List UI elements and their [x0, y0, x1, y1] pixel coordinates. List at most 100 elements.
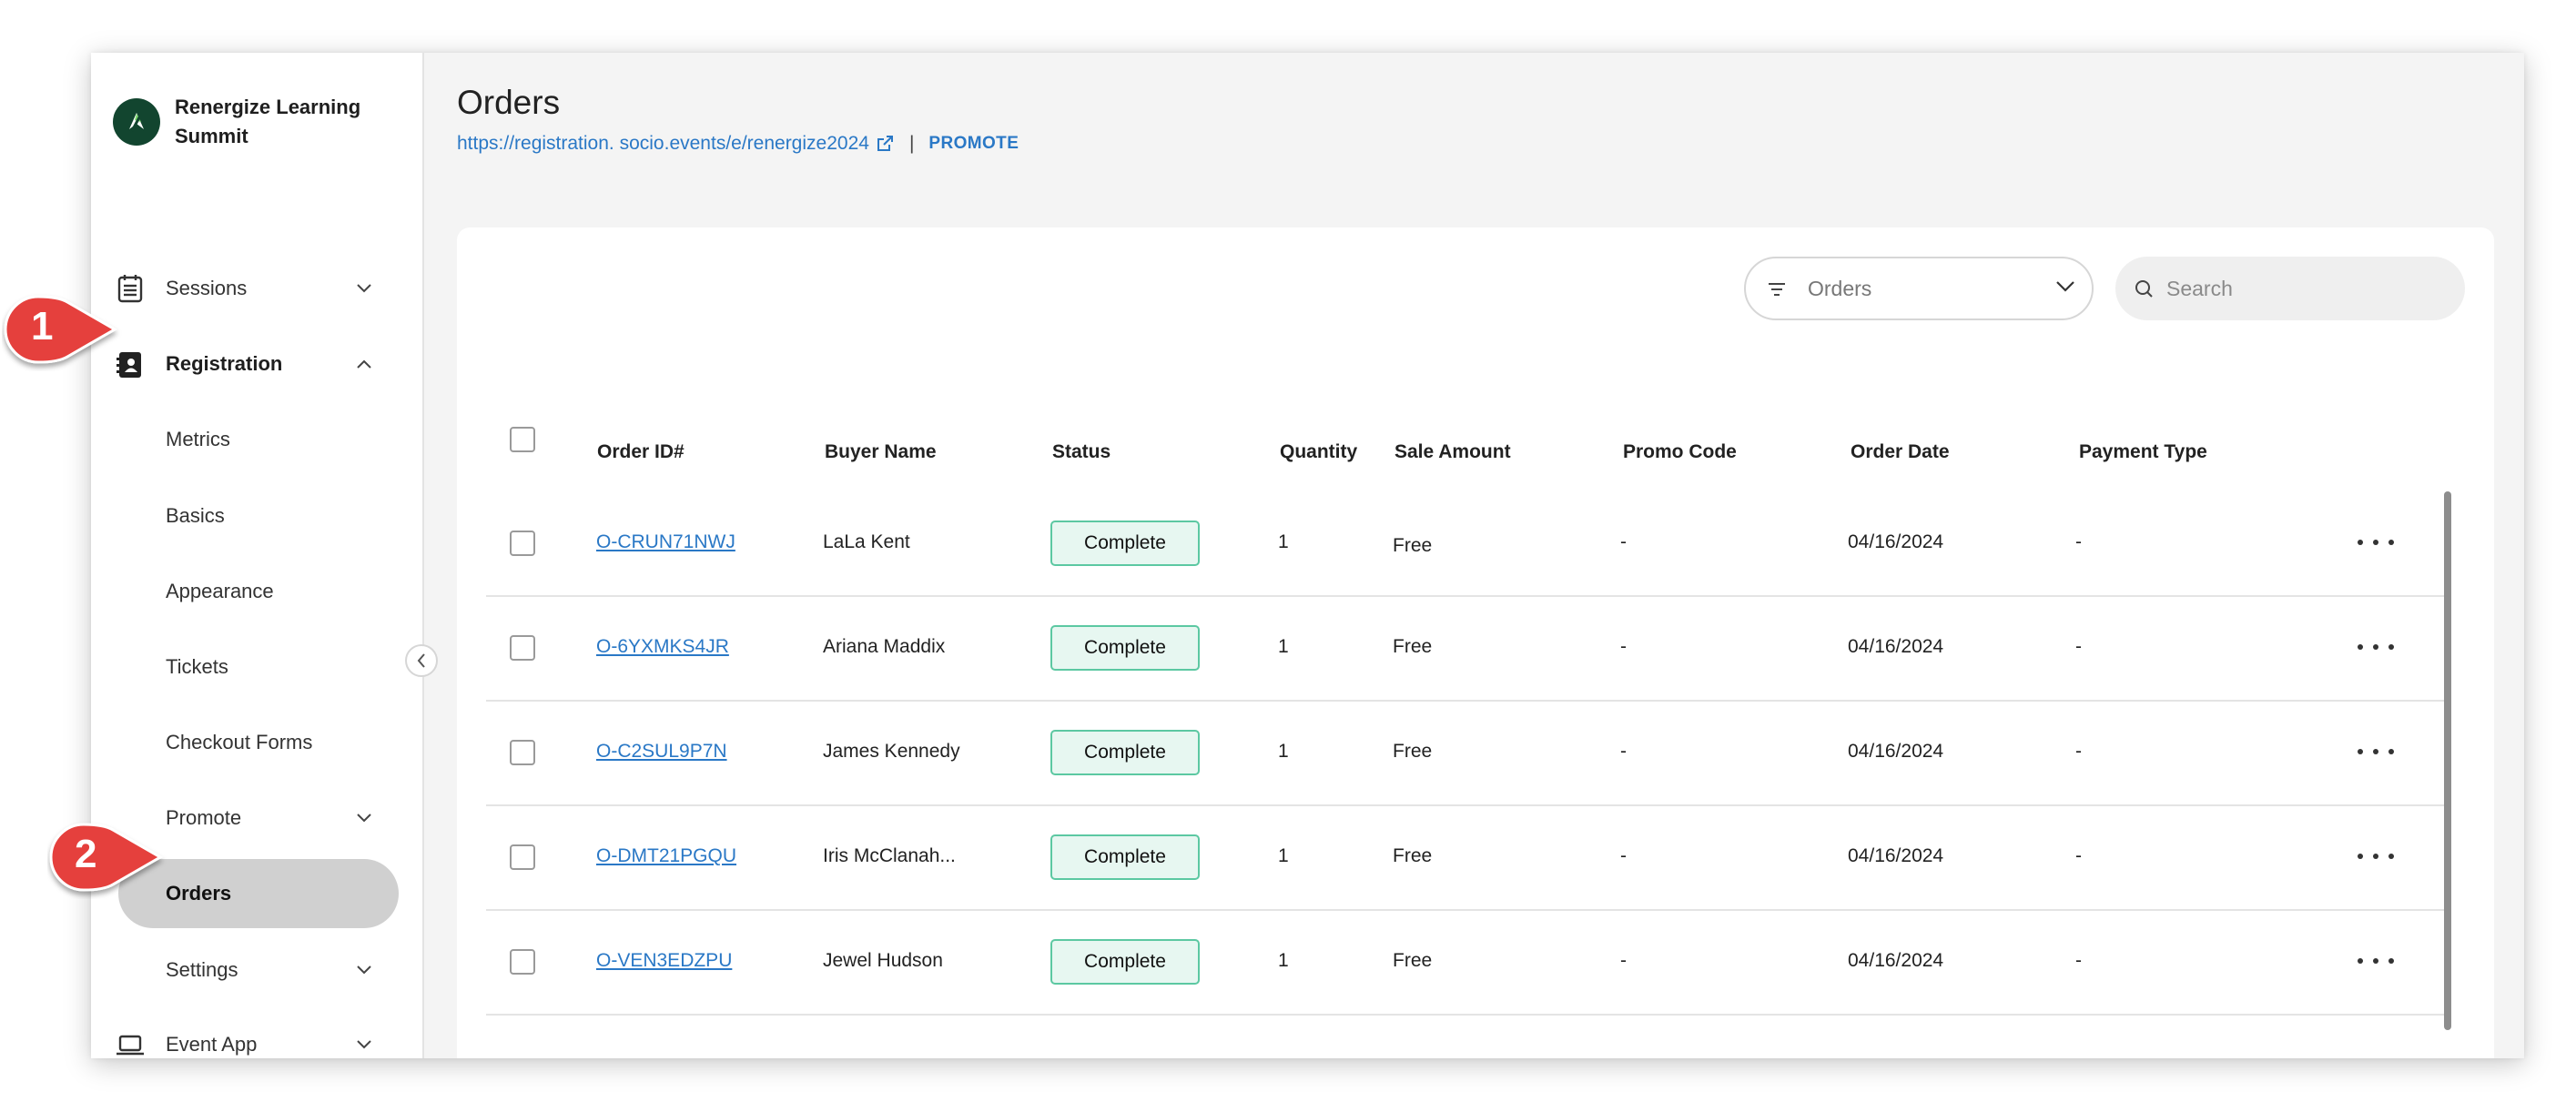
callout-arrow-shape	[49, 823, 164, 892]
external-link-icon[interactable]	[875, 134, 895, 154]
column-header-promo-code[interactable]: Promo Code	[1623, 441, 1737, 463]
chevron-down-icon	[2055, 280, 2075, 293]
sidebar-item-label: Registration	[166, 352, 283, 375]
search-input[interactable]	[2165, 269, 2441, 308]
callout-number: 2	[75, 832, 97, 876]
status-badge: Complete	[1050, 730, 1200, 775]
promo-code: -	[1620, 741, 1627, 762]
orders-filter-select[interactable]: Orders	[1744, 257, 2094, 320]
order-id-link[interactable]: O-CRUN71NWJ	[596, 531, 735, 553]
sidebar-item-label: Promote	[166, 806, 242, 829]
more-options-icon[interactable]	[2358, 847, 2394, 865]
chevron-down-icon	[355, 279, 373, 298]
status-badge: Complete	[1050, 939, 1200, 985]
app-window: Renergize Learning Summit Sessions Regis…	[91, 53, 2524, 1058]
quantity: 1	[1278, 531, 1289, 552]
sidebar-item-label: Checkout Forms	[166, 731, 313, 753]
more-options-icon[interactable]	[2358, 533, 2394, 551]
filter-select-value: Orders	[1808, 276, 1872, 300]
chevron-down-icon	[355, 961, 373, 979]
brand-logo	[113, 98, 160, 146]
column-header-sale-amount[interactable]: Sale Amount	[1394, 441, 1511, 463]
sale-amount: Free	[1393, 950, 1433, 971]
sale-amount: Free	[1393, 845, 1433, 866]
order-id-link[interactable]: O-VEN3EDZPU	[596, 950, 732, 972]
step-callout-2: 2	[47, 817, 167, 899]
buyer-name: LaLa Kent	[823, 531, 910, 552]
callout-arrow-shape	[4, 295, 118, 364]
chevron-up-icon	[355, 355, 373, 373]
collapse-sidebar-button[interactable]	[405, 644, 438, 677]
sidebar-item-sessions[interactable]: Sessions	[91, 254, 422, 323]
sidebar-item-label: Orders	[166, 882, 232, 905]
laptop-icon	[114, 1028, 147, 1058]
promo-code: -	[1620, 636, 1627, 657]
sale-amount: Free	[1393, 741, 1433, 762]
sidebar-item-label: Settings	[166, 958, 238, 981]
column-header-payment-type[interactable]: Payment Type	[2079, 441, 2207, 463]
sidebar-item-appearance[interactable]: Appearance	[91, 557, 422, 626]
sidebar-item-label: Event App	[166, 1033, 258, 1056]
callout-number: 1	[31, 304, 54, 349]
column-header-quantity[interactable]: Quantity	[1280, 441, 1357, 463]
more-options-icon[interactable]	[2358, 743, 2394, 761]
order-date: 04/16/2024	[1848, 531, 1944, 552]
order-date: 04/16/2024	[1848, 636, 1944, 657]
buyer-name: Ariana Maddix	[823, 636, 946, 657]
sidebar-item-tickets[interactable]: Tickets	[91, 632, 422, 702]
promo-code: -	[1620, 950, 1627, 971]
sidebar-item-event-app[interactable]: Event App	[91, 1010, 422, 1058]
payment-type: -	[2075, 950, 2082, 971]
row-checkbox[interactable]	[510, 635, 535, 661]
quantity: 1	[1278, 950, 1289, 971]
table-row: O-C2SUL9P7N James Kennedy Complete 1 Fre…	[486, 701, 2445, 806]
order-date: 04/16/2024	[1848, 741, 1944, 762]
more-options-icon[interactable]	[2358, 638, 2394, 656]
column-header-order-id[interactable]: Order ID#	[597, 441, 685, 463]
row-checkbox[interactable]	[510, 949, 535, 975]
table-row: O-6YXMKS4JR Ariana Maddix Complete 1 Fre…	[486, 596, 2445, 702]
table-row: O-CRUN71NWJ LaLa Kent Complete 1 Free - …	[486, 491, 2445, 597]
page-title: Orders	[457, 84, 561, 121]
select-all-checkbox[interactable]	[510, 427, 535, 452]
promote-link[interactable]: PROMOTE	[928, 134, 1019, 154]
search-icon	[2134, 278, 2154, 298]
status-badge: Complete	[1050, 834, 1200, 880]
status-badge: Complete	[1050, 521, 1200, 566]
sale-amount: Free	[1393, 535, 1433, 556]
brand[interactable]: Renergize Learning Summit	[113, 93, 384, 151]
sidebar-item-settings[interactable]: Settings	[91, 935, 422, 1005]
chevron-down-icon	[355, 809, 373, 827]
sidebar-item-registration[interactable]: Registration	[91, 329, 422, 399]
search-box[interactable]	[2115, 257, 2465, 320]
buyer-name: Iris McClanah...	[823, 845, 956, 866]
row-checkbox[interactable]	[510, 844, 535, 870]
brand-name: Renergize Learning Summit	[175, 96, 361, 147]
sidebar-item-checkout-forms[interactable]: Checkout Forms	[91, 708, 422, 777]
column-header-buyer-name[interactable]: Buyer Name	[825, 441, 937, 463]
order-id-link[interactable]: O-C2SUL9P7N	[596, 741, 727, 763]
sidebar-item-label: Appearance	[166, 580, 274, 602]
sidebar-item-label: Basics	[166, 504, 225, 527]
buyer-name: James Kennedy	[823, 741, 960, 762]
column-header-order-date[interactable]: Order Date	[1851, 441, 1950, 463]
payment-type: -	[2075, 531, 2082, 552]
row-checkbox[interactable]	[510, 740, 535, 765]
sidebar-item-basics[interactable]: Basics	[91, 481, 422, 551]
order-id-link[interactable]: O-DMT21PGQU	[596, 845, 736, 867]
more-options-icon[interactable]	[2358, 952, 2394, 970]
row-checkbox[interactable]	[510, 531, 535, 556]
url-separator: |	[908, 133, 915, 154]
table-row: O-DMT21PGQU Iris McClanah... Complete 1 …	[486, 805, 2445, 911]
orders-card: Orders Order ID# Buyer Name Status Quant…	[457, 227, 2494, 1058]
sidebar-item-metrics[interactable]: Metrics	[91, 405, 422, 474]
payment-type: -	[2075, 845, 2082, 866]
column-header-status[interactable]: Status	[1052, 441, 1111, 463]
chevron-down-icon	[355, 1036, 373, 1054]
order-id-link[interactable]: O-6YXMKS4JR	[596, 636, 729, 658]
buyer-name: Jewel Hudson	[823, 950, 943, 971]
table-scrollbar[interactable]	[2444, 491, 2451, 1030]
event-url-link[interactable]: https://registration. socio.events/e/ren…	[457, 133, 869, 155]
quantity: 1	[1278, 845, 1289, 866]
promo-code: -	[1620, 531, 1627, 552]
